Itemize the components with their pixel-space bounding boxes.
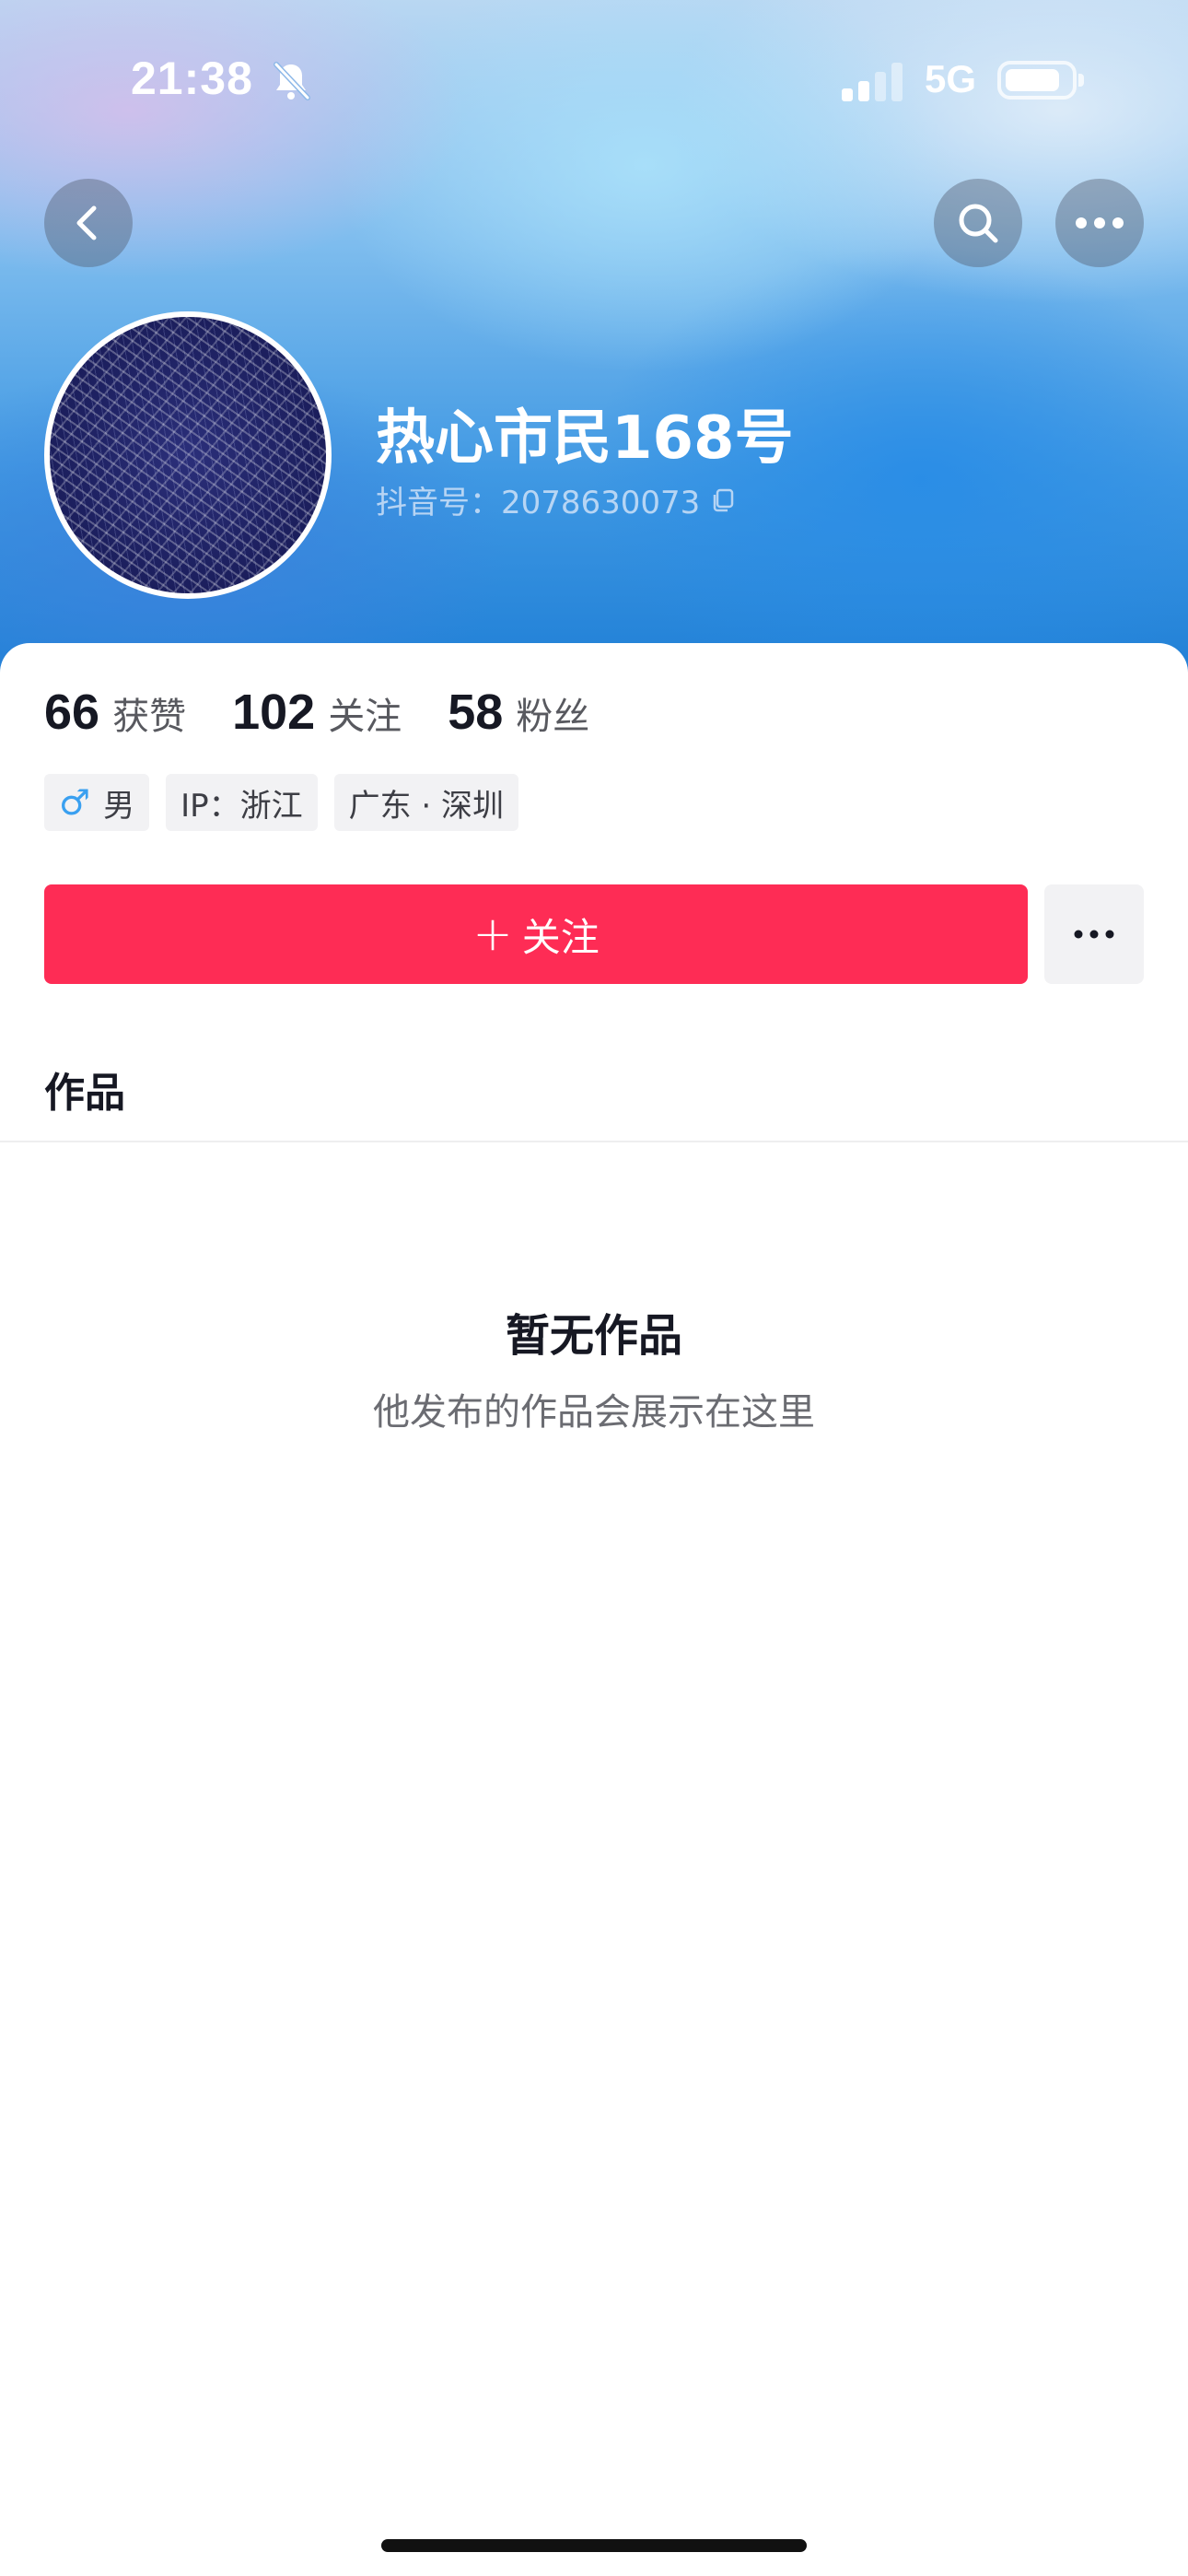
stat-label: 关注 bbox=[328, 696, 402, 738]
location-tag: 广东 · 深圳 bbox=[333, 774, 519, 831]
ellipsis-icon bbox=[1074, 930, 1114, 939]
network-type: 5G bbox=[925, 57, 977, 100]
stat-followers[interactable]: 58 粉丝 bbox=[448, 684, 589, 741]
tab-works[interactable]: 作品 bbox=[44, 1060, 125, 1118]
stat-likes[interactable]: 66 获赞 bbox=[44, 684, 186, 741]
gender-label: 男 bbox=[103, 787, 135, 825]
plus-icon: + bbox=[472, 907, 513, 962]
ellipsis-icon bbox=[1076, 217, 1124, 228]
bell-off-icon bbox=[274, 62, 310, 100]
search-icon bbox=[959, 204, 998, 243]
home-indicator[interactable] bbox=[381, 2539, 807, 2552]
stat-value: 102 bbox=[232, 685, 316, 740]
douyin-id-row[interactable]: 抖音号：2078630073 bbox=[376, 477, 737, 522]
signal-icon bbox=[840, 61, 904, 101]
follow-more-button[interactable] bbox=[1044, 884, 1144, 984]
empty-state-title: 暂无作品 bbox=[505, 1310, 682, 1362]
profile-name: 热心市民168号 bbox=[376, 404, 794, 473]
stat-value: 58 bbox=[448, 685, 504, 740]
tab-divider bbox=[0, 1141, 1188, 1142]
profile-tags: ♂ 男 IP：浙江 广东 · 深圳 bbox=[44, 774, 535, 831]
douyin-id: 抖音号：2078630073 bbox=[376, 485, 701, 521]
back-button[interactable] bbox=[44, 179, 133, 267]
stat-label: 获赞 bbox=[112, 696, 187, 738]
empty-state-subtitle: 他发布的作品会展示在这里 bbox=[373, 1391, 815, 1434]
status-time: 21:38 bbox=[131, 53, 253, 104]
chevron-left-icon bbox=[76, 205, 97, 240]
profile-stats: 66 获赞 102 关注 58 粉丝 bbox=[44, 684, 635, 748]
stat-following[interactable]: 102 关注 bbox=[232, 684, 402, 741]
stat-label: 粉丝 bbox=[516, 696, 590, 738]
avatar[interactable] bbox=[44, 311, 332, 599]
follow-button[interactable]: + 关注 bbox=[44, 884, 1028, 984]
search-button[interactable] bbox=[934, 179, 1022, 267]
male-icon: ♂ bbox=[59, 782, 91, 823]
stat-value: 66 bbox=[44, 685, 100, 740]
ip-tag: IP：浙江 bbox=[166, 774, 318, 831]
copy-icon[interactable] bbox=[709, 486, 737, 514]
follow-label: 关注 bbox=[521, 914, 600, 960]
gender-tag: ♂ 男 bbox=[44, 774, 150, 831]
more-options-button[interactable] bbox=[1055, 179, 1144, 267]
battery-icon bbox=[997, 61, 1084, 100]
